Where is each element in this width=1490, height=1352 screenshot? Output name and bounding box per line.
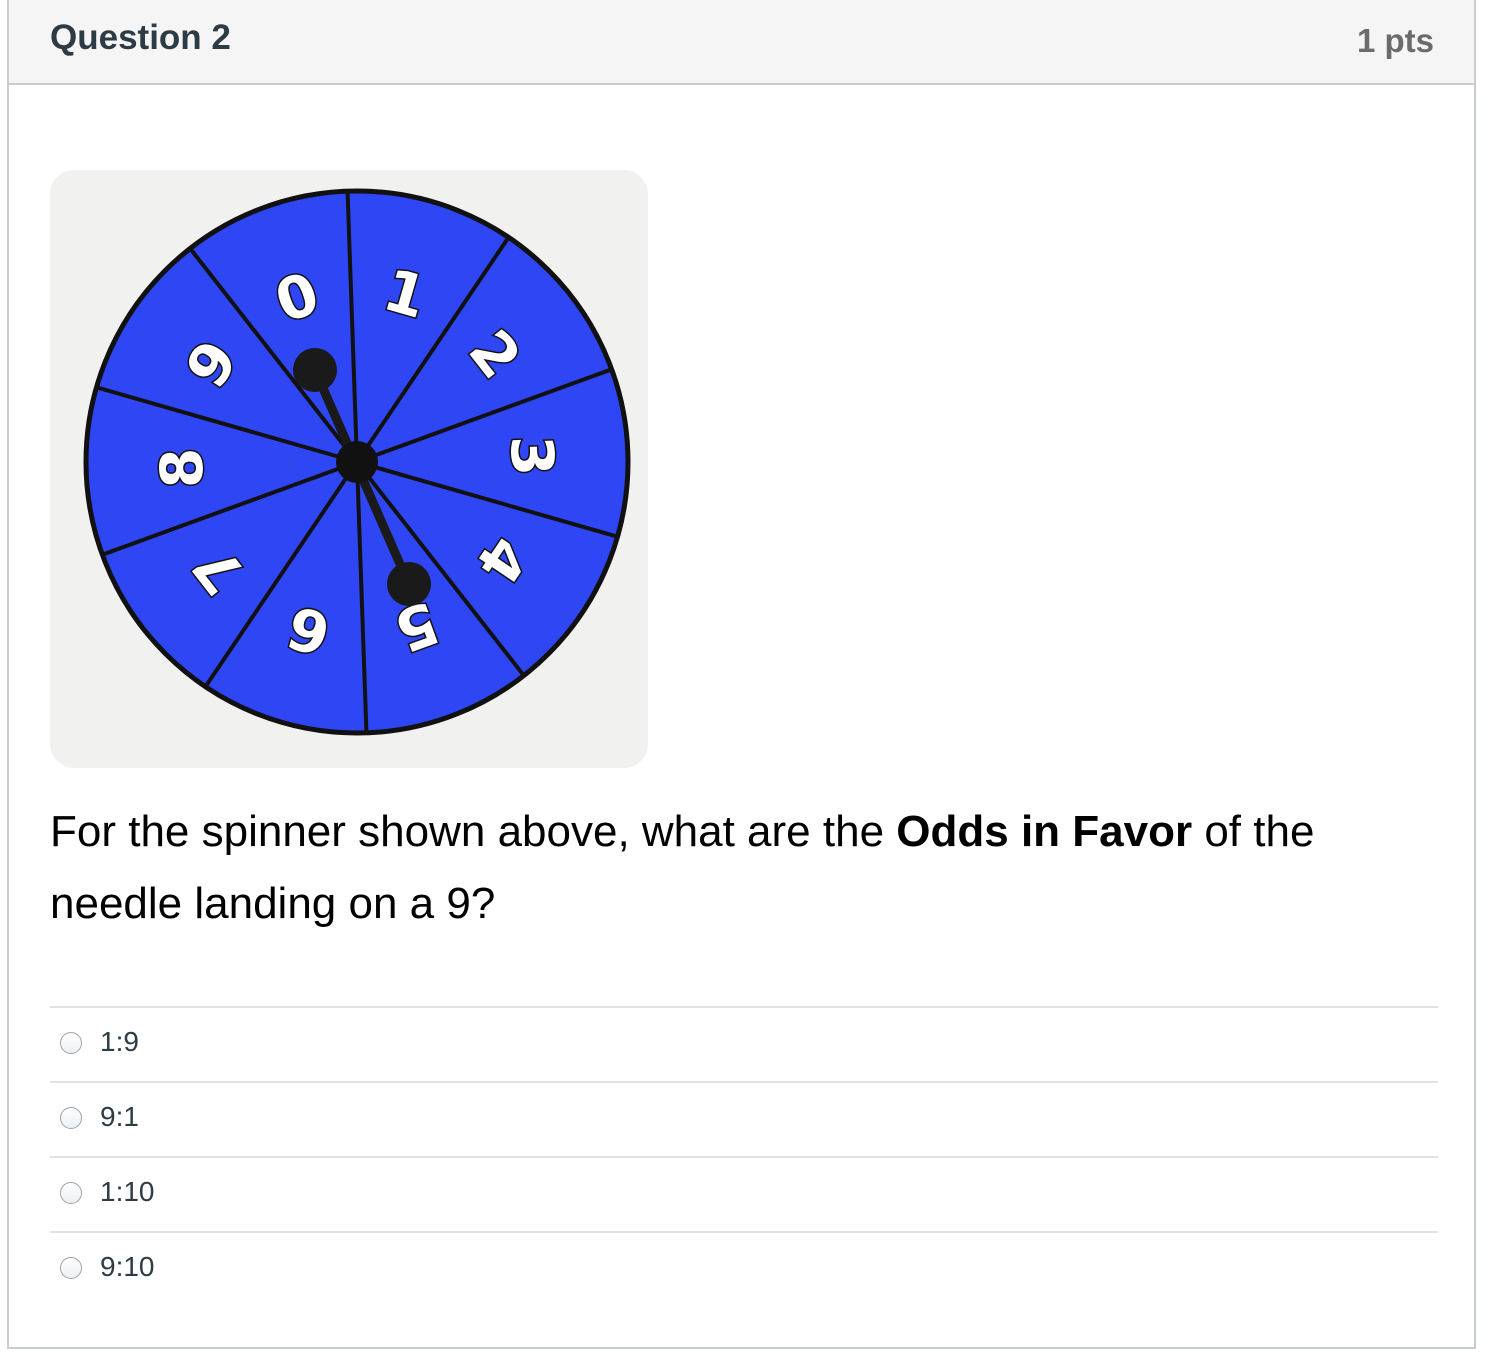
needle-tip: [387, 562, 431, 606]
answer-option[interactable]: 9:10: [50, 1231, 1438, 1306]
answer-label: 9:10: [100, 1251, 155, 1282]
radio-button[interactable]: [60, 1257, 82, 1279]
spinner-number-8: 8: [147, 447, 216, 490]
answer-option[interactable]: 9:1: [50, 1081, 1438, 1156]
question-header: Question 2 1 pts: [9, 0, 1474, 85]
question-title: Question 2: [50, 18, 231, 57]
radio-button[interactable]: [60, 1182, 82, 1204]
radio-button[interactable]: [60, 1032, 82, 1054]
question-card: Question 2 1 pts 0123456789 For the spin…: [7, 0, 1476, 1349]
answer-label: 9:1: [100, 1101, 139, 1132]
answer-list: 1:9 9:1 1:10 9:10: [50, 1006, 1438, 1306]
spinner-wheel: 0 123456789: [83, 188, 631, 736]
answer-label: 1:9: [100, 1026, 139, 1057]
spinner-image: 0 123456789: [50, 170, 648, 768]
spinner-hub: [336, 441, 378, 483]
question-points: 1 pts: [1356, 22, 1434, 59]
answer-option[interactable]: 1:10: [50, 1156, 1438, 1231]
question-text-bold: Odds in Favor: [896, 807, 1193, 856]
answer-label: 1:10: [100, 1176, 155, 1207]
spinner-number-3: 3: [497, 435, 566, 478]
radio-button[interactable]: [60, 1107, 82, 1129]
answer-option[interactable]: 1:9: [50, 1006, 1438, 1081]
question-text-before: For the spinner shown above, what are th…: [50, 807, 897, 856]
question-text: For the spinner shown above, what are th…: [50, 796, 1430, 940]
needle-tail: [293, 348, 337, 392]
